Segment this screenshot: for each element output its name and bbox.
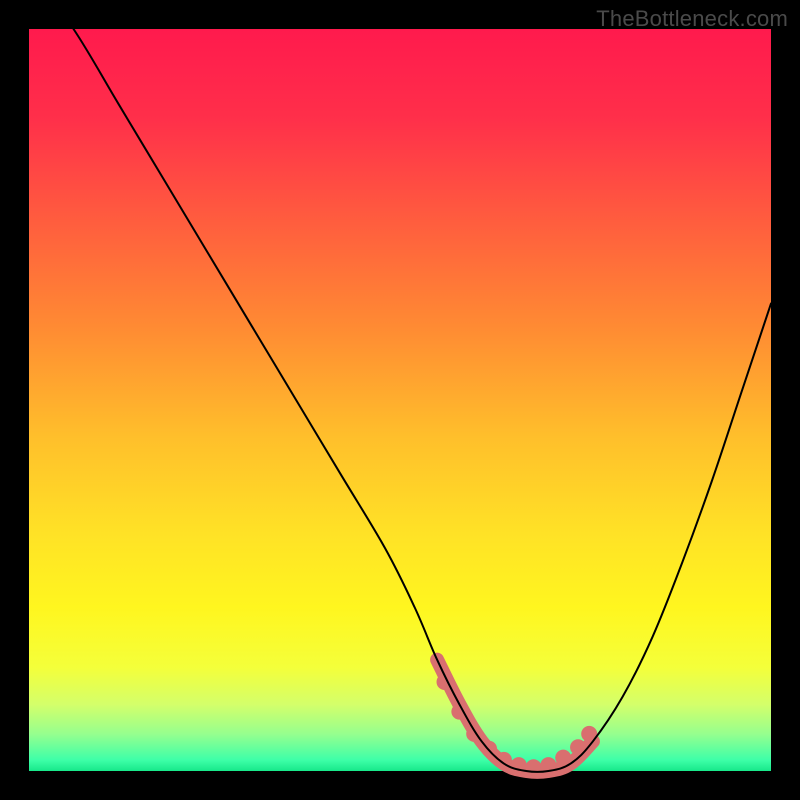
plot-area <box>29 29 771 771</box>
curve-layer <box>29 29 771 771</box>
chart-frame: TheBottleneck.com <box>0 0 800 800</box>
bottleneck-curve <box>29 0 771 772</box>
highlight-dot <box>555 750 571 766</box>
watermark-text: TheBottleneck.com <box>596 6 788 32</box>
